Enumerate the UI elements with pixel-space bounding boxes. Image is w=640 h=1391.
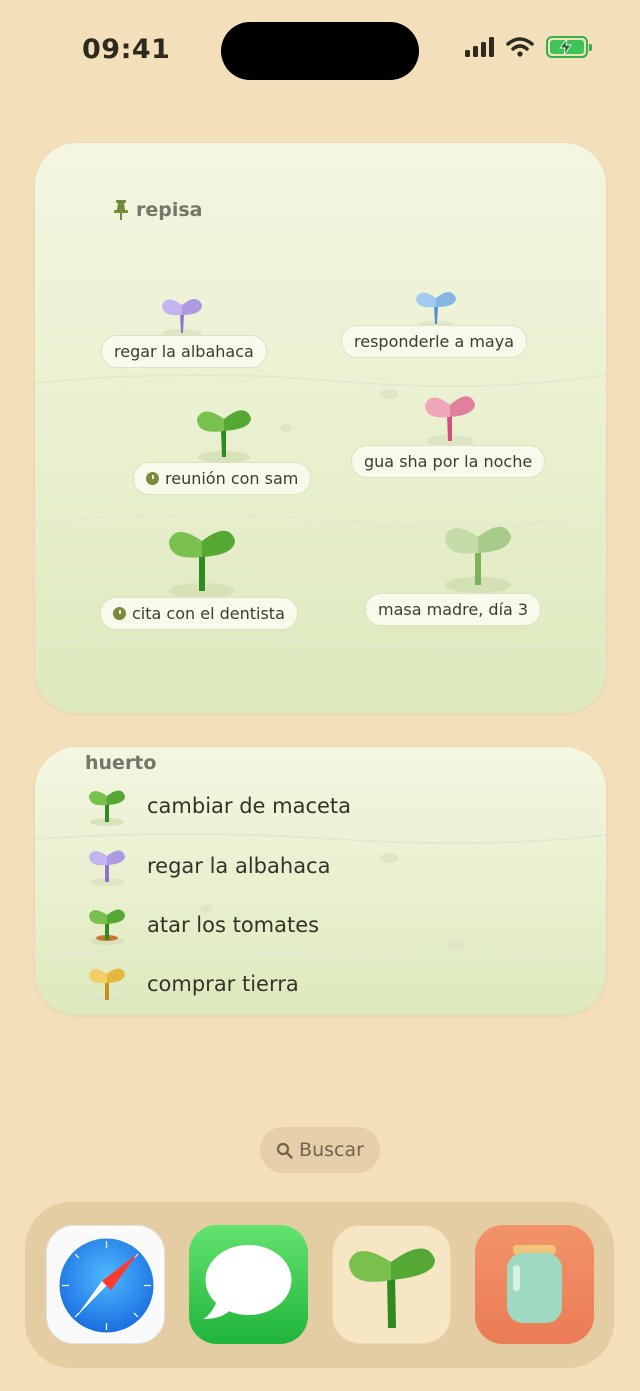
repisa-widget[interactable]: repisa regar la albahaca responderle a m… <box>35 143 606 713</box>
jar-app-icon <box>507 1245 562 1323</box>
sprout-icon <box>89 850 125 886</box>
huerto-widget[interactable]: huerto cambiar de maceta regar la albaha… <box>35 747 606 1015</box>
status-bar: 09:41 <box>0 0 640 100</box>
huerto-list-item[interactable]: cambiar de maceta <box>87 785 351 827</box>
repisa-item[interactable]: regar la albahaca <box>101 335 267 368</box>
status-time: 09:41 <box>82 34 171 65</box>
wifi-icon <box>506 37 534 57</box>
huerto-list-item[interactable]: atar los tomates <box>87 904 319 946</box>
sprout-icon <box>89 968 125 1004</box>
clock-icon <box>146 472 159 485</box>
charging-bolt-icon <box>558 39 572 55</box>
dock <box>25 1202 614 1368</box>
clock-icon <box>113 607 126 620</box>
messages-app[interactable] <box>189 1225 308 1344</box>
repisa-item[interactable]: gua sha por la noche <box>351 445 546 478</box>
search-label: Buscar <box>299 1139 364 1161</box>
repisa-title-text: repisa <box>136 199 203 221</box>
sprout-app[interactable] <box>332 1225 451 1344</box>
sprout-icon <box>445 526 511 593</box>
repisa-title: repisa <box>114 199 203 221</box>
dynamic-island <box>221 22 419 80</box>
repisa-item[interactable]: cita con el dentista <box>100 597 298 630</box>
status-icons <box>465 36 592 58</box>
search-icon <box>276 1142 293 1159</box>
safari-app[interactable] <box>46 1225 165 1344</box>
pin-icon <box>114 200 128 220</box>
sprout-icon <box>416 292 456 327</box>
jar-app[interactable] <box>475 1225 594 1344</box>
search-button[interactable]: Buscar <box>260 1127 380 1173</box>
sprout-icon <box>169 530 235 599</box>
sprout-icon <box>197 410 251 463</box>
huerto-list-item[interactable]: regar la albahaca <box>87 845 330 887</box>
sprout-icon <box>89 790 125 826</box>
cellular-signal-icon <box>465 37 494 57</box>
repisa-item[interactable]: reunión con sam <box>133 462 312 495</box>
huerto-list-item[interactable]: comprar tierra <box>87 963 299 1005</box>
sprout-app-icon <box>349 1248 435 1328</box>
battery-icon <box>546 36 592 58</box>
messages-icon <box>203 1245 292 1319</box>
sprout-icon <box>162 299 202 337</box>
sprout-icon <box>425 396 475 447</box>
repisa-item[interactable]: responderle a maya <box>341 325 527 358</box>
safari-icon <box>59 1238 154 1333</box>
huerto-title: huerto <box>85 752 157 774</box>
sprout-icon <box>89 909 125 945</box>
repisa-item[interactable]: masa madre, día 3 <box>365 593 542 626</box>
